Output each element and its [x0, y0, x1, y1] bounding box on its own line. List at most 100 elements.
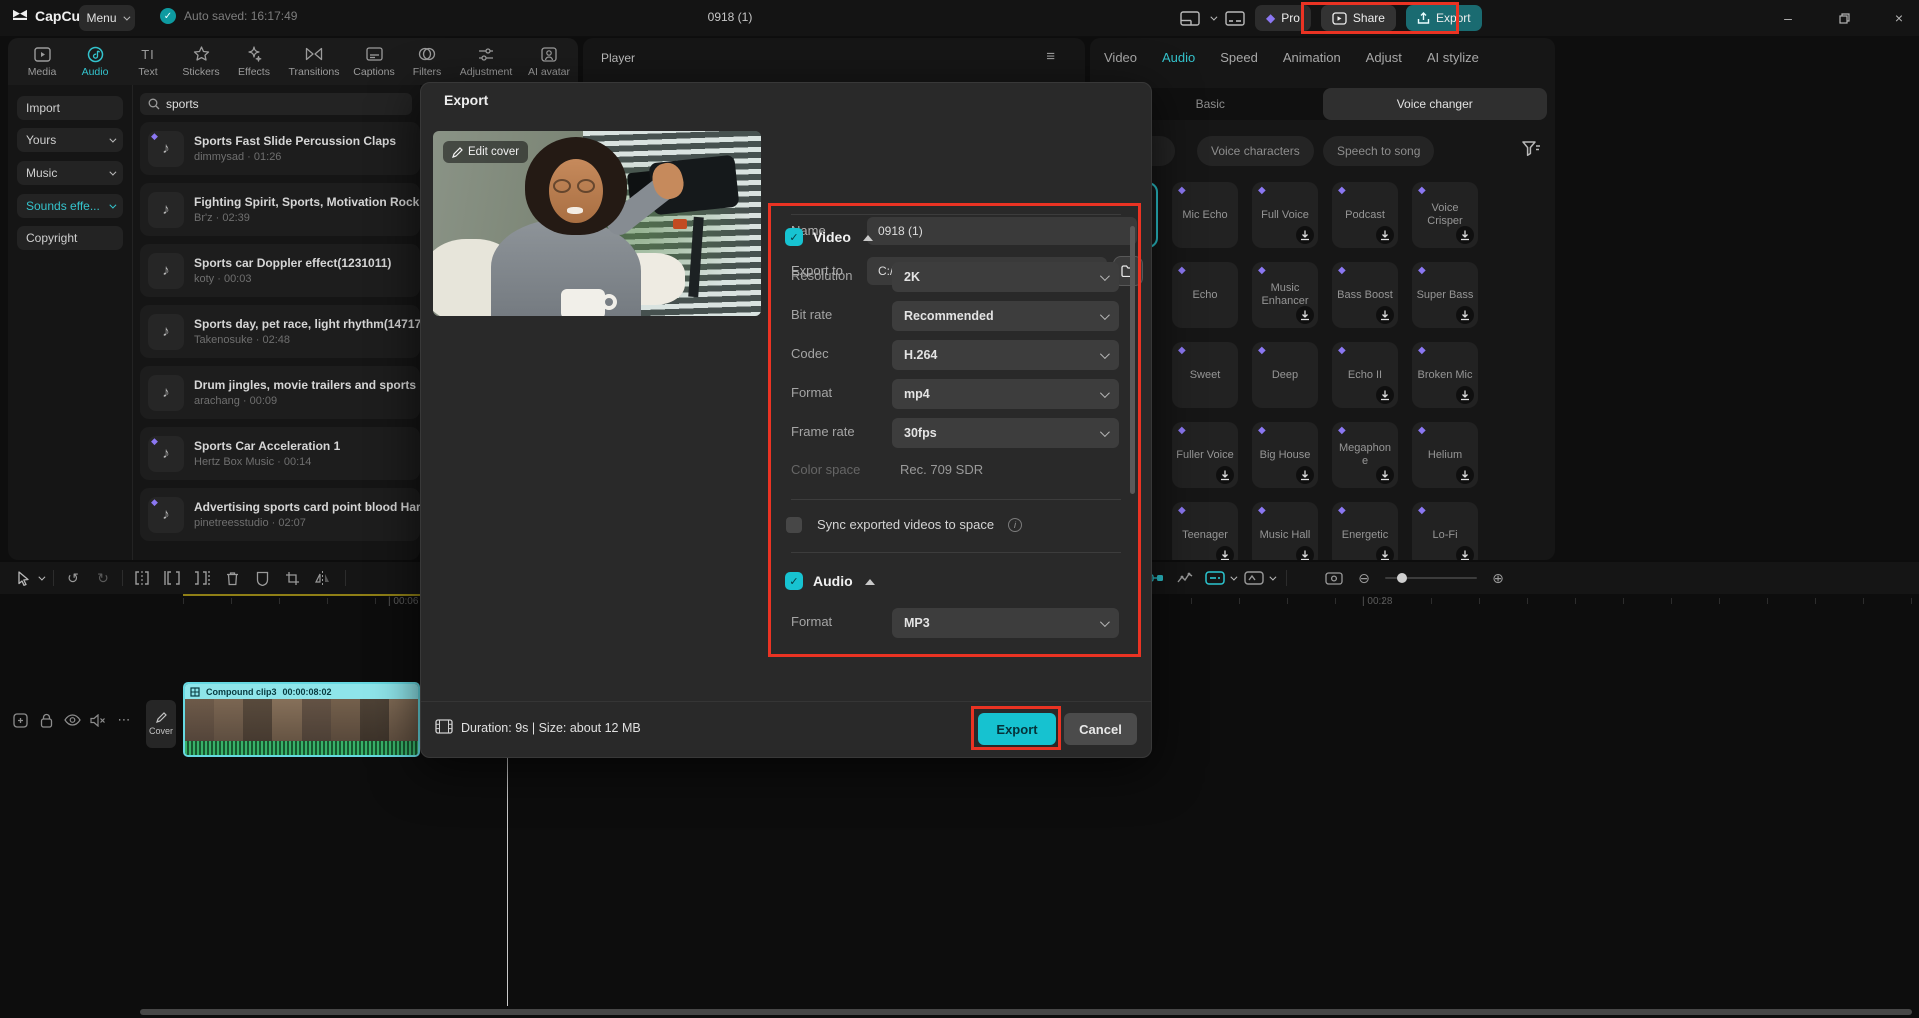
track-main-icon[interactable]: [10, 710, 30, 730]
download-icon[interactable]: [1216, 466, 1234, 484]
export-confirm-button[interactable]: Export: [978, 713, 1056, 745]
tab-transitions[interactable]: Transitions: [285, 45, 343, 78]
voice-effect-card[interactable]: ◆ Lo-Fi: [1412, 502, 1478, 560]
sidebar-item-sound-effects[interactable]: Sounds effe...: [17, 194, 123, 218]
sidebar-item-yours[interactable]: Yours: [17, 128, 123, 152]
download-icon[interactable]: [1376, 306, 1394, 324]
split-left-icon[interactable]: [157, 566, 187, 590]
download-icon[interactable]: [1376, 466, 1394, 484]
sidebar-item-music[interactable]: Music: [17, 161, 123, 185]
tab-media[interactable]: Media: [20, 45, 64, 78]
split-icon[interactable]: [127, 566, 157, 590]
tab-filters[interactable]: Filters: [405, 45, 449, 78]
download-icon[interactable]: [1456, 306, 1474, 324]
restore-button[interactable]: [1824, 0, 1864, 36]
voice-effect-card[interactable]: ◆ Fuller Voice: [1172, 422, 1238, 488]
tab-speed[interactable]: Speed: [1220, 50, 1258, 65]
crop-icon[interactable]: [277, 566, 307, 590]
tab-stickers[interactable]: Stickers: [179, 45, 223, 78]
pro-button[interactable]: ◆ Pro: [1255, 5, 1311, 31]
search-input[interactable]: [166, 97, 386, 111]
framerate-select[interactable]: 30fps: [892, 418, 1119, 448]
voice-effect-card[interactable]: ◆ Sweet: [1172, 342, 1238, 408]
download-icon[interactable]: [1376, 226, 1394, 244]
filter-funnel-icon[interactable]: [1520, 139, 1542, 159]
caption-track-icon[interactable]: [1200, 566, 1230, 590]
tab-ai-avatar[interactable]: AI avatar: [523, 45, 575, 78]
layout-toggle-icon[interactable]: [1180, 11, 1200, 26]
eye-icon[interactable]: [62, 710, 82, 730]
voice-effect-card[interactable]: ◆ Mic Echo: [1172, 182, 1238, 248]
audio-format-select[interactable]: MP3: [892, 608, 1119, 638]
info-icon[interactable]: i: [1008, 518, 1022, 532]
record-icon[interactable]: [1319, 566, 1349, 590]
mute-speaker-icon[interactable]: [88, 710, 108, 730]
tab-text[interactable]: TIText: [126, 45, 170, 78]
audio-list-item[interactable]: ◆ ♪ Sports Fast Slide Percussion Claps d…: [140, 122, 420, 175]
minimize-button[interactable]: –: [1768, 0, 1808, 36]
export-top-button[interactable]: Export: [1406, 5, 1482, 31]
edit-timeline-cover-button[interactable]: Cover: [146, 700, 176, 748]
chip-speech-to-song[interactable]: Speech to song: [1323, 136, 1434, 166]
sync-checkbox[interactable]: [786, 517, 802, 533]
split-right-icon[interactable]: [187, 566, 217, 590]
layout-chevron-icon[interactable]: [1210, 13, 1217, 20]
tab-effects[interactable]: Effects: [232, 45, 276, 78]
subtab-voice-changer[interactable]: Voice changer: [1323, 88, 1548, 120]
download-icon[interactable]: [1376, 386, 1394, 404]
cancel-button[interactable]: Cancel: [1064, 713, 1137, 745]
timeline-zoom-slider[interactable]: [1385, 577, 1477, 579]
more-options-icon[interactable]: ⋯: [114, 710, 134, 730]
dialog-scrollbar[interactable]: [1130, 226, 1135, 494]
voice-effect-card[interactable]: ◆ Podcast: [1332, 182, 1398, 248]
voice-effect-card[interactable]: ◆ Voice Crisper: [1412, 182, 1478, 248]
audio-graph-icon[interactable]: [1170, 566, 1200, 590]
audio-list-item[interactable]: ◆ ♪ Advertising sports card point blood …: [140, 488, 420, 541]
timeline-horizontal-scrollbar[interactable]: [140, 1009, 1912, 1015]
tab-animation[interactable]: Animation: [1283, 50, 1341, 65]
voice-effect-card[interactable]: ◆ Big House: [1252, 422, 1318, 488]
mirror-icon[interactable]: [307, 566, 337, 590]
tab-audio[interactable]: Audio: [73, 45, 117, 78]
audio-list-item[interactable]: ◆ ♪ Sports Car Acceleration 1 Hertz Box …: [140, 427, 420, 480]
tab-adjustment[interactable]: Adjustment: [458, 45, 514, 78]
zoom-in-icon[interactable]: ⊕: [1483, 566, 1513, 590]
voice-effect-card[interactable]: ◆ Echo II: [1332, 342, 1398, 408]
codec-select[interactable]: H.264: [892, 340, 1119, 370]
video-checkbox[interactable]: ✓: [785, 228, 803, 246]
voice-effect-card[interactable]: ◆ Deep: [1252, 342, 1318, 408]
audio-list-item[interactable]: ◆ ♪ Fighting Spirit, Sports, Motivation …: [140, 183, 420, 236]
close-button[interactable]: ×: [1879, 0, 1919, 36]
mask-icon[interactable]: [247, 566, 277, 590]
voice-effect-card[interactable]: ◆ Helium: [1412, 422, 1478, 488]
voice-effect-card[interactable]: ◆ Music Enhancer: [1252, 262, 1318, 328]
timeline-clip[interactable]: Compound clip3 00:00:08:02: [183, 682, 420, 757]
format-select[interactable]: mp4: [892, 379, 1119, 409]
download-icon[interactable]: [1456, 466, 1474, 484]
download-icon[interactable]: [1216, 546, 1234, 560]
voice-effect-card[interactable]: ◆ Music Hall: [1252, 502, 1318, 560]
sidebar-item-copyright[interactable]: Copyright: [17, 226, 123, 250]
download-icon[interactable]: [1456, 226, 1474, 244]
audio-list-item[interactable]: ◆ ♪ Sports car Doppler effect(1231011) k…: [140, 244, 420, 297]
audio-checkbox[interactable]: ✓: [785, 572, 803, 590]
chip-voice-characters[interactable]: Voice characters: [1197, 136, 1314, 166]
bitrate-select[interactable]: Recommended: [892, 301, 1119, 331]
download-icon[interactable]: [1296, 306, 1314, 324]
tab-ai-stylize[interactable]: AI stylize: [1427, 50, 1479, 65]
download-icon[interactable]: [1456, 386, 1474, 404]
resolution-select[interactable]: 2K: [892, 262, 1119, 292]
voice-effect-card[interactable]: ◆ Energetic: [1332, 502, 1398, 560]
collapse-audio-icon[interactable]: [865, 579, 875, 585]
player-menu-icon[interactable]: ≡: [1046, 48, 1055, 65]
adjust-layout-icon[interactable]: [1225, 11, 1245, 26]
voice-effect-card[interactable]: ◆ Echo: [1172, 262, 1238, 328]
search-bar[interactable]: [140, 93, 412, 115]
voice-effect-card[interactable]: ◆ Broken Mic: [1412, 342, 1478, 408]
zoom-out-icon[interactable]: ⊖: [1349, 566, 1379, 590]
collapse-video-icon[interactable]: [863, 235, 873, 241]
download-icon[interactable]: [1376, 546, 1394, 560]
chevron-down-icon[interactable]: [1269, 573, 1276, 580]
cursor-chevron-icon[interactable]: [38, 573, 45, 580]
voice-effect-card[interactable]: ◆ Bass Boost: [1332, 262, 1398, 328]
